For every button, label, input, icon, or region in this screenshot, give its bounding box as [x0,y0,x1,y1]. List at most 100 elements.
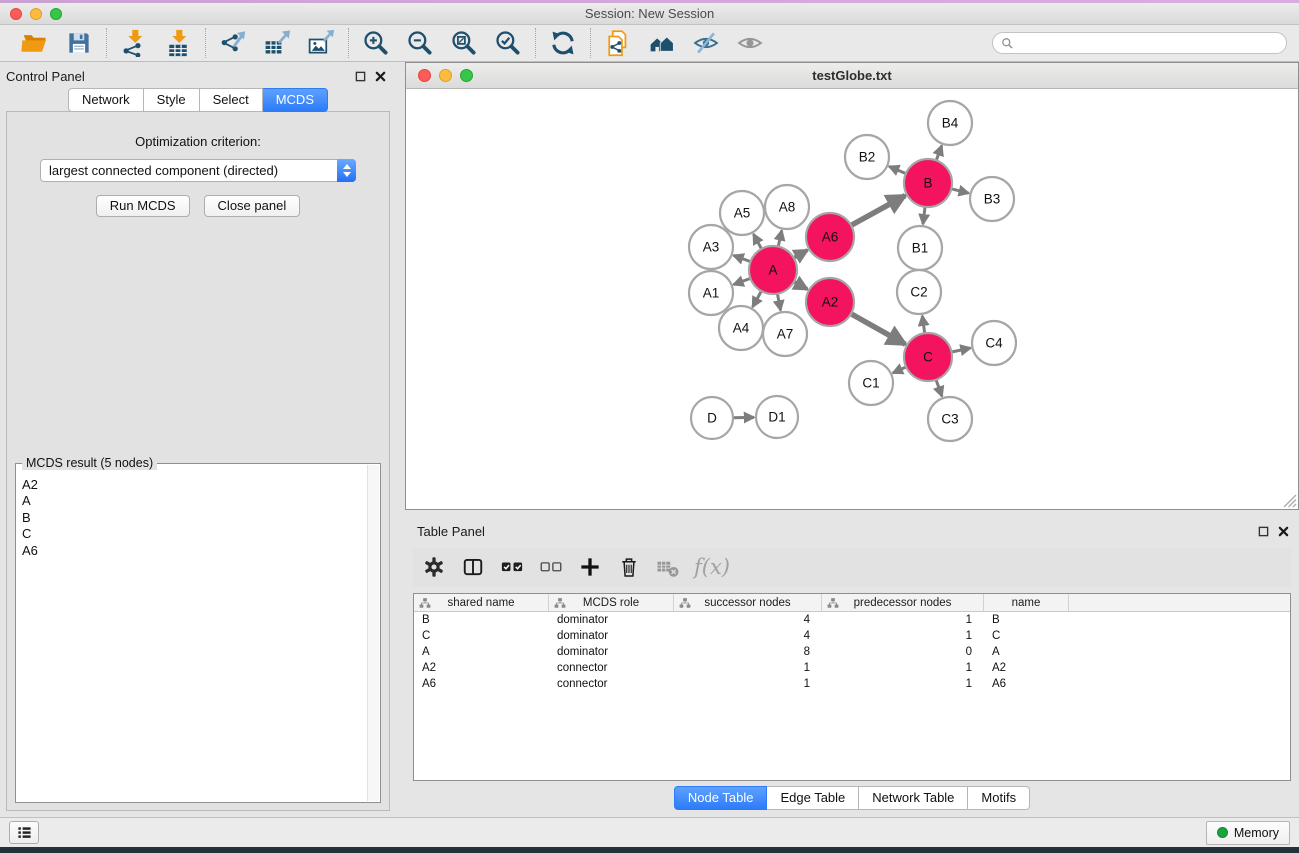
graph-node-A5[interactable]: A5 [720,191,764,235]
table-tab-edge-table[interactable]: Edge Table [767,786,859,810]
graph-node-A2[interactable]: A2 [806,278,854,326]
search-input[interactable] [1019,36,1278,50]
graph-node-C2[interactable]: C2 [897,270,941,314]
mcds-result-item[interactable]: A [22,493,363,509]
graph-node-A3[interactable]: A3 [689,225,733,269]
edge-A-A6[interactable] [793,250,808,258]
zoom-selected-button[interactable] [492,28,524,58]
graph-node-C4[interactable]: C4 [972,321,1016,365]
edge-B-B3[interactable] [950,189,968,194]
column-header-mcds-role[interactable]: MCDS role [549,594,674,611]
resize-grip-icon[interactable] [1282,493,1297,508]
graph-node-C[interactable]: C [904,333,952,381]
edge-B-B1[interactable] [923,206,925,224]
graph-node-C3[interactable]: C3 [928,397,972,441]
edge-C-C3[interactable] [936,379,942,397]
edge-A6-B[interactable] [850,196,905,226]
table-row[interactable]: Adominator80A [414,644,1290,660]
mcds-result-item[interactable]: C [22,526,363,542]
float-panel-icon[interactable] [355,71,366,82]
home-button[interactable] [646,28,678,58]
table-tab-node-table[interactable]: Node Table [674,786,768,810]
table-tab-network-table[interactable]: Network Table [859,786,968,810]
zoom-in-button[interactable] [360,28,392,58]
open-session-button[interactable] [19,28,51,58]
export-table-button[interactable] [261,28,293,58]
close-table-panel-icon[interactable] [1278,526,1289,537]
graph-node-B4[interactable]: B4 [928,101,972,145]
graph-node-A6[interactable]: A6 [806,213,854,261]
criterion-select[interactable]: largest connected component (directed) [40,159,356,182]
graph-node-C1[interactable]: C1 [849,361,893,405]
column-header-predecessor-nodes[interactable]: predecessor nodes [822,594,984,611]
table-row[interactable]: Cdominator41C [414,628,1290,644]
graph-node-B2[interactable]: B2 [845,135,889,179]
save-session-button[interactable] [63,28,95,58]
close-panel-icon[interactable] [375,71,386,82]
deselect-all-button[interactable] [536,552,566,582]
edge-A-A3[interactable] [734,255,752,262]
table-row[interactable]: A2connector11A2 [414,660,1290,676]
graph-node-B[interactable]: B [904,159,952,207]
memory-button[interactable]: Memory [1206,821,1290,845]
float-table-panel-icon[interactable] [1258,526,1269,537]
mcds-panel: Optimization criterion: largest connecte… [6,111,390,811]
network-canvas[interactable]: B4 B2 B B3 A8A5 A6 A3 B1 A C2 A1 A2 A4A7 C4 CC1 C3 D D1 [406,89,1298,509]
export-network-button[interactable] [217,28,249,58]
graph-node-A7[interactable]: A7 [763,312,807,356]
column-header-name[interactable]: name [984,594,1069,611]
graph-node-B3[interactable]: B3 [970,177,1014,221]
edge-A-A4[interactable] [753,290,762,307]
control-tab-mcds[interactable]: MCDS [263,88,328,112]
table-settings-button[interactable] [419,552,449,582]
edge-A-A1[interactable] [734,278,752,285]
select-all-button[interactable] [497,552,527,582]
edge-C-C4[interactable] [950,348,970,352]
mcds-result-item[interactable]: B [22,510,363,526]
table-row[interactable]: Bdominator41B [414,612,1290,628]
table-tab-motifs[interactable]: Motifs [968,786,1030,810]
hide-graphics-button[interactable] [690,28,722,58]
import-table-button[interactable] [162,28,194,58]
graph-node-B1[interactable]: B1 [898,226,942,270]
edge-A-A8[interactable] [778,230,782,247]
delete-column-button[interactable] [614,552,644,582]
network-graph[interactable]: B4 B2 B B3 A8A5 A6 A3 B1 A C2 A1 A2 A4A7 C4 CC1 C3 D D1 [406,89,1298,509]
import-network-button[interactable] [118,28,150,58]
edge-A-A2[interactable] [793,281,807,289]
show-columns-button[interactable] [458,552,488,582]
graph-node-A8[interactable]: A8 [765,185,809,229]
show-graphics-button[interactable] [734,28,766,58]
edge-A2-C[interactable] [850,313,905,344]
run-mcds-button[interactable]: Run MCDS [96,195,190,217]
graph-node-A[interactable]: A [749,246,797,294]
add-column-button[interactable] [575,552,605,582]
search-box[interactable] [992,32,1287,54]
edge-A-A7[interactable] [777,293,780,311]
edge-C-C2[interactable] [922,316,925,334]
refresh-button[interactable] [547,28,579,58]
zoom-out-button[interactable] [404,28,436,58]
edge-A-A5[interactable] [753,234,762,250]
edge-C-C1[interactable] [893,367,907,373]
task-history-button[interactable] [9,821,39,844]
mcds-result-item[interactable]: A6 [22,543,363,559]
control-tab-network[interactable]: Network [68,88,144,112]
graph-node-A4[interactable]: A4 [719,306,763,350]
zoom-fit-button[interactable] [448,28,480,58]
column-header-successor-nodes[interactable]: successor nodes [674,594,822,611]
close-panel-button[interactable]: Close panel [204,195,301,217]
mcds-result-item[interactable]: A2 [22,477,363,493]
edge-B-B4[interactable] [936,146,942,162]
column-header-shared-name[interactable]: shared name [414,594,549,611]
control-tab-select[interactable]: Select [200,88,263,112]
result-scrollbar[interactable] [367,465,379,801]
graph-node-D1[interactable]: D1 [756,396,798,438]
clone-network-button[interactable] [602,28,634,58]
table-row[interactable]: A6connector11A6 [414,676,1290,692]
control-tab-style[interactable]: Style [144,88,200,112]
graph-node-D[interactable]: D [691,397,733,439]
export-image-button[interactable] [305,28,337,58]
graph-node-A1[interactable]: A1 [689,271,733,315]
edge-B-B2[interactable] [889,166,907,174]
